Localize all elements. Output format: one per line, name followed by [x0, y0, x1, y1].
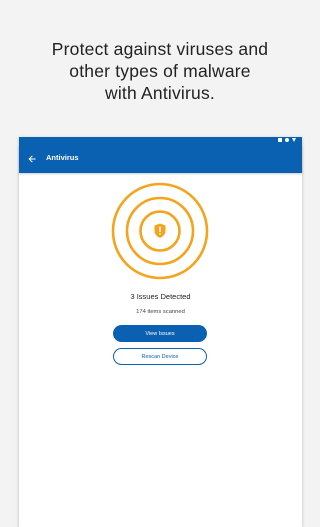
device-screen: Antivirus 3 Issues Detected 174 items sc… [19, 137, 302, 527]
view-issues-button[interactable]: View Issues [113, 325, 207, 342]
promo-line-1: Protect against viruses and [51, 39, 269, 59]
app-title: Antivirus [46, 153, 79, 162]
battery-icon [278, 138, 282, 142]
issues-detected-title: 3 Issues Detected [130, 292, 191, 301]
rescan-device-button[interactable]: Rescan Device [113, 348, 207, 365]
scan-result-graphic [110, 181, 210, 281]
app-bar: Antivirus [19, 145, 302, 173]
back-arrow-icon[interactable] [25, 152, 39, 166]
promo-line-3: with Antivirus. [105, 83, 215, 103]
status-icons [278, 138, 296, 142]
items-scanned-text: 174 items scanned [136, 309, 185, 315]
signal-icon [285, 138, 289, 142]
promo-headline: Protect against viruses and other types … [0, 38, 320, 104]
app-screenshot: { "promo": { "line1": "Protect against v… [0, 0, 320, 527]
promo-line-2: other types of malware [69, 61, 251, 81]
wifi-icon [292, 138, 296, 142]
shield-alert-icon [154, 223, 166, 238]
status-bar [19, 137, 302, 145]
